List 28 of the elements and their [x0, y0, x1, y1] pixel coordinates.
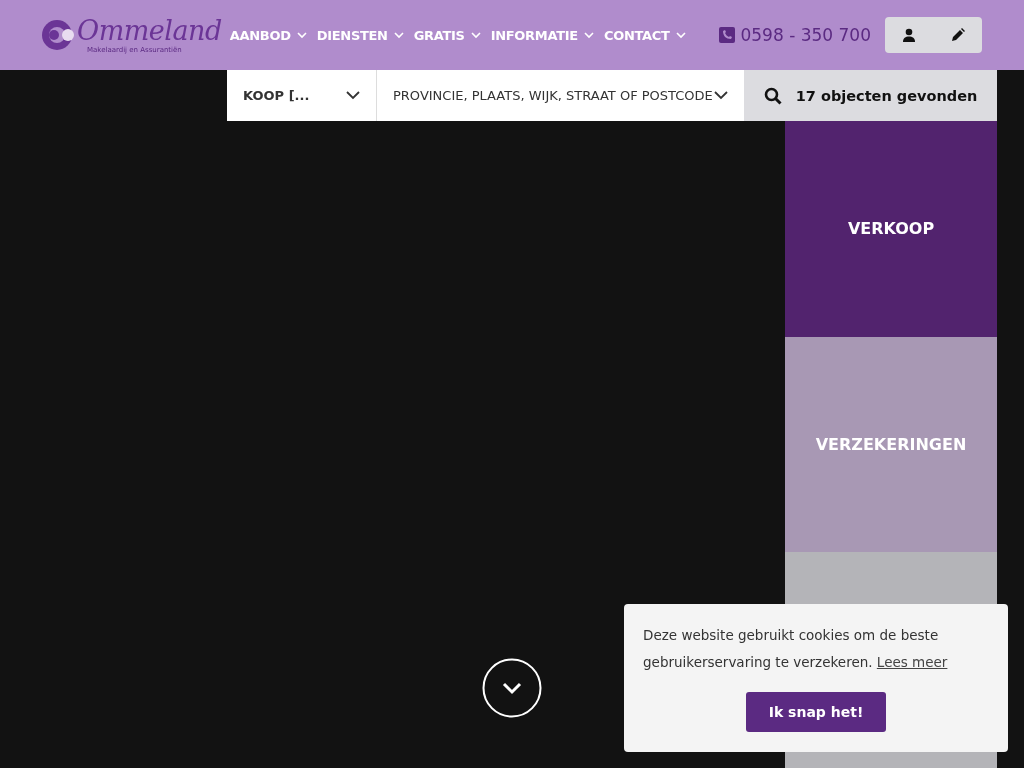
phone-icon [719, 27, 736, 43]
nav-menu-item[interactable]: AANBOD [229, 27, 307, 43]
chevron-down-icon [346, 91, 360, 100]
nav-menu-item[interactable]: INFORMATIE [490, 27, 594, 43]
chevron-down-icon [393, 31, 404, 39]
search-button[interactable]: 17 objecten gevonden [744, 70, 997, 121]
logo-wordmark[interactable]: Ommeland [77, 15, 222, 46]
search-icon [763, 86, 782, 105]
accept-cookies-button[interactable]: Ik snap het! [746, 692, 886, 732]
chevron-down-icon [583, 31, 594, 39]
nav-menu-item[interactable]: DIENSTEN [316, 27, 404, 43]
cookie-message: Deze website gebruikt cookies om de beste gebruikerservaring te verzekeren. Lees meer [643, 626, 949, 672]
type-dropdown[interactable]: KOOP [... [227, 70, 377, 121]
chevron-down-icon [470, 31, 481, 39]
chevron-down-icon [675, 31, 686, 39]
chevron-down-icon [714, 91, 728, 100]
nav-menu-item[interactable]: CONTACT [603, 27, 686, 43]
logo-circles-icon[interactable] [41, 19, 75, 51]
scroll-down-icon[interactable] [482, 658, 542, 718]
category-tile[interactable]: VERKOOP [785, 121, 997, 337]
read-more-link[interactable]: Lees meer [876, 654, 948, 670]
user-icon[interactable] [902, 28, 917, 42]
pencil-icon[interactable] [950, 28, 965, 42]
chevron-down-icon [296, 31, 307, 39]
phone-number[interactable]: 0598 - 350 700 [740, 25, 871, 45]
category-tile[interactable]: VERZEKERINGEN [785, 336, 997, 553]
location-dropdown[interactable]: PROVINCIE, PLAATS, WIJK, STRAAT OF POSTCODE [377, 70, 744, 121]
nav-menu-item[interactable]: GRATIS [413, 27, 481, 43]
